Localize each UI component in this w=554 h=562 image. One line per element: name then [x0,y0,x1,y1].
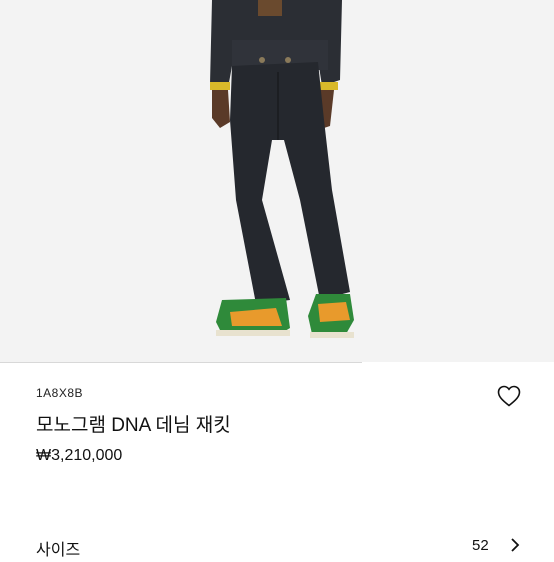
photo-divider [0,362,362,363]
size-value: 52 [472,537,489,554]
size-selector[interactable]: 사이즈 52 [0,530,554,562]
wishlist-button[interactable] [494,381,524,411]
heart-outline-icon [497,385,521,407]
model-image [210,0,354,338]
product-photo[interactable] [0,0,554,362]
product-price: ₩3,210,000 [36,447,123,464]
product-sku: 1A8X8B [36,386,84,400]
product-title: 모노그램 DNA 데님 재킷 [36,415,231,436]
chevron-right-icon [511,538,520,552]
size-label: 사이즈 [36,542,81,559]
